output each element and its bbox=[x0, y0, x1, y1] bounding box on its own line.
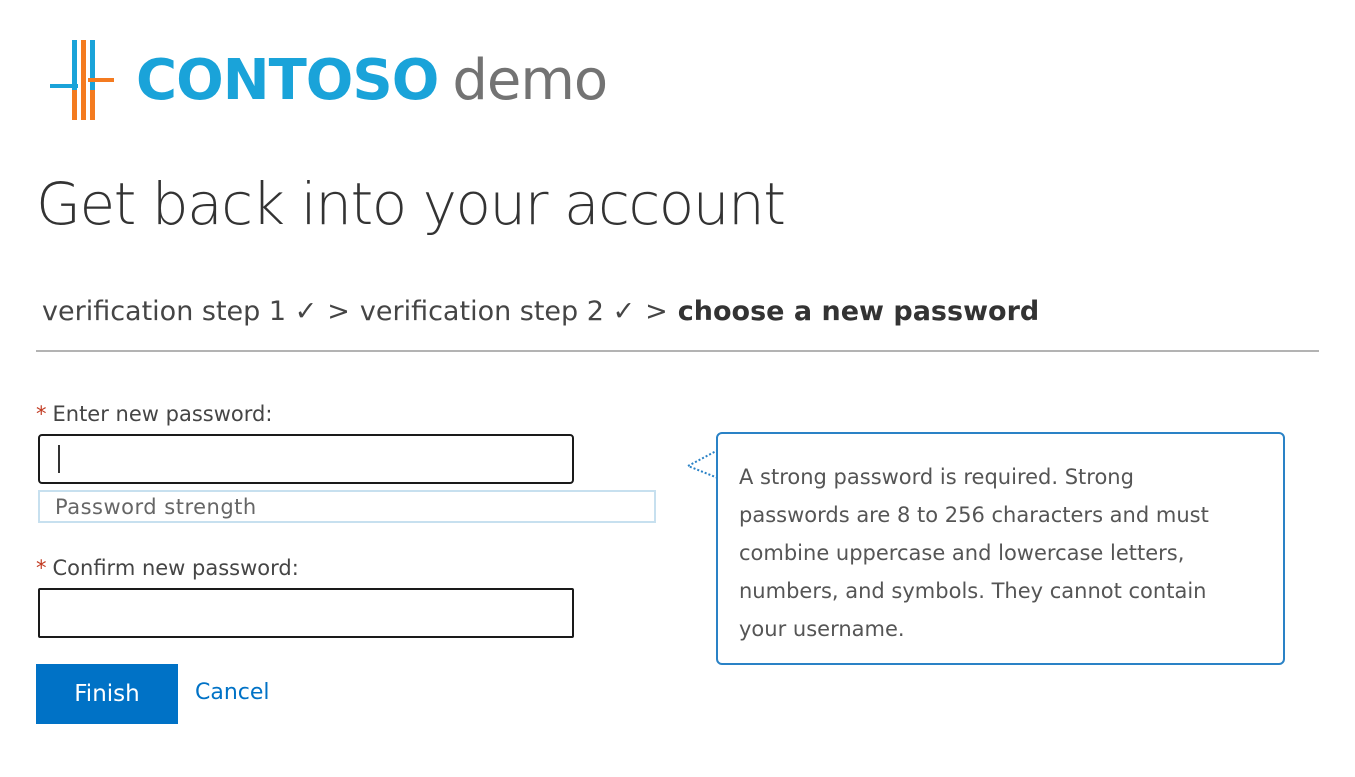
breadcrumb-step-2: verification step 2 ✓ bbox=[359, 296, 636, 327]
confirm-password-label-text: Confirm new password: bbox=[52, 556, 299, 580]
breadcrumb-separator: > bbox=[327, 296, 350, 327]
header-divider bbox=[36, 350, 1319, 352]
finish-button[interactable]: Finish bbox=[36, 664, 178, 724]
breadcrumb-step-1: verification step 1 ✓ bbox=[42, 296, 318, 327]
logo-suffix-text: demo bbox=[452, 48, 608, 113]
breadcrumb-separator: > bbox=[645, 296, 668, 327]
required-marker: * bbox=[36, 402, 47, 426]
cancel-link[interactable]: Cancel bbox=[195, 680, 270, 705]
logo-wordmark: CONTOSO demo bbox=[136, 53, 608, 109]
contoso-logo-icon bbox=[50, 40, 114, 120]
required-marker: * bbox=[36, 556, 47, 580]
breadcrumb-current-step: choose a new password bbox=[677, 296, 1040, 327]
password-requirements-callout: A strong password is required. Strong pa… bbox=[716, 432, 1285, 665]
confirm-password-label: * Confirm new password: bbox=[36, 556, 299, 580]
breadcrumb: verification step 1 ✓ > verification ste… bbox=[42, 296, 1039, 327]
confirm-password-input[interactable] bbox=[38, 588, 574, 638]
password-reset-page: CONTOSO demo Get back into your account v… bbox=[0, 0, 1355, 777]
new-password-input[interactable] bbox=[38, 434, 574, 484]
logo-brand-text: CONTOSO bbox=[136, 48, 439, 113]
page-title: Get back into your account bbox=[36, 170, 786, 238]
contoso-logo: CONTOSO demo bbox=[50, 38, 608, 124]
text-caret bbox=[58, 445, 60, 473]
new-password-label-text: Enter new password: bbox=[52, 402, 273, 426]
new-password-label: * Enter new password: bbox=[36, 402, 272, 426]
password-requirements-text: A strong password is required. Strong pa… bbox=[739, 465, 1209, 641]
callout-pointer-icon bbox=[686, 449, 719, 479]
password-strength-indicator: Password strength bbox=[38, 490, 656, 523]
